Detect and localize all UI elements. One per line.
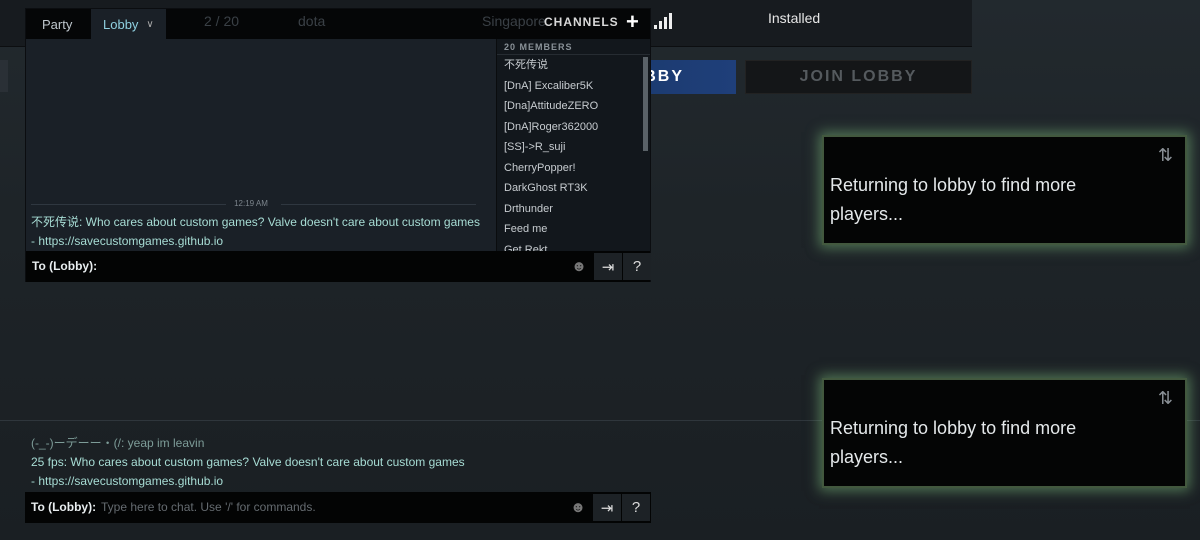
member-item[interactable]: [DnA]Roger362000 xyxy=(497,117,650,138)
members-header: 20 MEMBERS xyxy=(497,39,650,55)
help-icon[interactable]: ? xyxy=(623,253,651,280)
install-status: Installed xyxy=(768,10,821,26)
help-icon[interactable]: ? xyxy=(622,494,650,521)
chat-tab-bar: Party Lobby ∨ 2 / 20 dota Singapore CHANN… xyxy=(26,9,672,39)
channels-button[interactable]: CHANNELS xyxy=(544,15,619,29)
member-item[interactable]: CherryPopper! xyxy=(497,158,650,179)
lobby-region: Singapore xyxy=(482,13,546,29)
chat-window: Party Lobby ∨ 2 / 20 dota Singapore CHANN… xyxy=(25,8,672,282)
member-list: 20 MEMBERS 不死传说 [DnA] Excaliber5K [Dna]A… xyxy=(496,39,650,251)
member-item[interactable]: DarkGhost RT3K xyxy=(497,178,650,199)
lobby-slots: 2 / 20 xyxy=(204,13,240,29)
notification-toast[interactable]: Returning to lobby to find more players.… xyxy=(822,135,1187,245)
chat-target-label: To (Lobby): xyxy=(31,500,97,514)
add-channel-icon[interactable]: + xyxy=(626,9,639,35)
member-scrollbar[interactable] xyxy=(643,57,648,151)
share-icon[interactable]: ⇥ xyxy=(594,253,622,280)
swap-arrows-icon: ⇅ xyxy=(1157,145,1173,165)
chat-message: (-_-)ーデーー・(/: yeap im leavin xyxy=(31,436,205,450)
emoticon-icon[interactable]: ☻ xyxy=(564,494,592,521)
signal-icon xyxy=(654,13,672,29)
member-item[interactable]: [DnA] Excaliber5K xyxy=(497,76,650,97)
tab-party[interactable]: Party xyxy=(30,9,84,39)
lobby-game: dota xyxy=(298,13,326,29)
tab-lobby[interactable]: Lobby ∨ xyxy=(91,9,166,39)
panel-edge xyxy=(0,60,8,92)
notification-text: Returning to lobby to find more players.… xyxy=(830,175,1077,224)
notification-toast[interactable]: Returning to lobby to find more players.… xyxy=(822,378,1187,488)
chat-message: 25 fps: Who cares about custom games? Va… xyxy=(31,455,465,469)
join-lobby-button[interactable]: JOIN LOBBY xyxy=(745,60,972,94)
member-item[interactable]: [Dna]AttitudeZERO xyxy=(497,96,650,117)
member-item[interactable]: 不死传说 xyxy=(497,55,650,76)
swap-arrows-icon: ⇅ xyxy=(1157,388,1173,408)
chat-message: - https://savecustomgames.github.io xyxy=(31,474,224,488)
share-icon[interactable]: ⇥ xyxy=(593,494,621,521)
message-timestamp: 12:19 AM xyxy=(234,199,268,208)
chat-message: 不死传说: Who cares about custom games? Valv… xyxy=(31,215,480,248)
chevron-down-icon: ∨ xyxy=(146,18,154,30)
chat-input-placeholder[interactable]: Type here to chat. Use '/' for commands. xyxy=(101,500,316,514)
chat-target-label: To (Lobby): xyxy=(32,259,98,273)
member-item[interactable]: Feed me xyxy=(497,219,650,240)
member-item[interactable]: Drthunder xyxy=(497,199,650,220)
notification-text: Returning to lobby to find more players.… xyxy=(830,418,1077,467)
chat-input[interactable]: To (Lobby): Type here to chat. Use '/' f… xyxy=(25,492,651,523)
bottom-chat: (-_-)ーデーー・(/: yeap im leavin 25 fps: Who… xyxy=(25,430,651,525)
chat-input[interactable]: To (Lobby): ☻ ⇥ ? xyxy=(26,251,651,282)
tab-label: Lobby xyxy=(103,16,139,32)
emoticon-icon[interactable]: ☻ xyxy=(565,253,593,280)
member-item[interactable]: [SS]->R_suji xyxy=(497,137,650,158)
member-item[interactable]: Get Rekt xyxy=(497,240,650,252)
